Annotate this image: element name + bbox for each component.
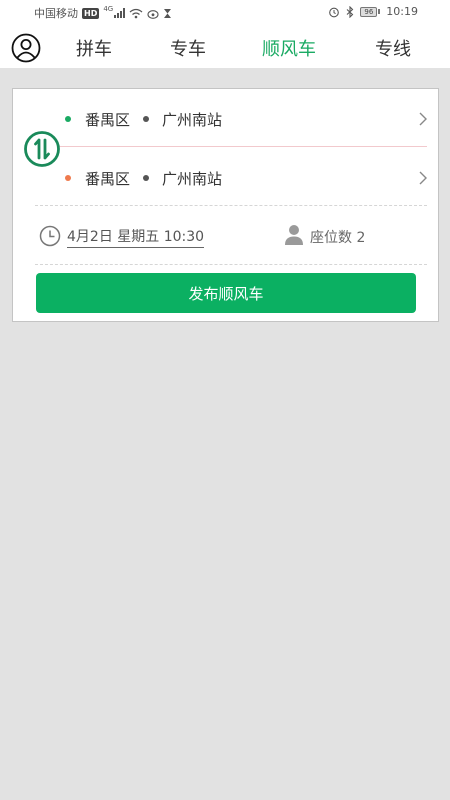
tab-hitch-ride[interactable]: 顺风车 [262, 35, 316, 61]
battery-level: 96 [360, 6, 378, 17]
signal-icon [114, 8, 126, 18]
dashed-divider [35, 264, 427, 265]
end-district: 番禺区 [85, 170, 131, 188]
chevron-right-icon [418, 170, 428, 185]
route-divider [53, 146, 427, 147]
network-type: 4G [103, 5, 114, 13]
start-location-row[interactable]: 番禺区 广州南站 [13, 90, 438, 146]
start-district: 番禺区 [85, 111, 131, 129]
trip-card: 番禺区 广州南站 番禺区 广州南站 4月2日 星期五 10:30 座位数 2 发… [12, 88, 439, 322]
seat-count[interactable]: 座位数 2 [310, 227, 365, 247]
status-time: 10:19 [386, 5, 418, 18]
top-nav: 拼车 专车 顺风车 专线 [0, 26, 450, 68]
battery-icon: 96 [360, 6, 381, 17]
publish-ride-button[interactable]: 发布顺风车 [36, 273, 416, 313]
start-station: 广州南站 [162, 111, 223, 129]
start-dot [65, 116, 71, 122]
user-circle-icon[interactable] [11, 33, 41, 63]
separator-dot [143, 116, 149, 122]
tab-carpool[interactable]: 拼车 [76, 35, 112, 61]
weibo-icon [147, 8, 159, 19]
alarm-icon [328, 6, 340, 18]
status-bar: 中国移动 HD 4G 96 10:19 [0, 0, 450, 26]
tab-private-car[interactable]: 专车 [170, 35, 206, 61]
end-station: 广州南站 [162, 170, 223, 188]
tab-dedicated-line[interactable]: 专线 [375, 35, 411, 61]
status-left: 中国移动 HD 4G [34, 5, 172, 21]
separator-dot [143, 175, 149, 181]
end-location-row[interactable]: 番禺区 广州南站 [13, 149, 438, 205]
trip-info-row: 4月2日 星期五 10:30 座位数 2 [13, 208, 438, 262]
wifi-icon [129, 8, 143, 19]
status-right: 96 10:19 [328, 5, 418, 18]
chevron-right-icon [418, 111, 428, 126]
carrier-name: 中国移动 [34, 7, 78, 20]
hd-badge: HD [82, 7, 100, 19]
clock-icon [39, 225, 61, 247]
end-dot [65, 175, 71, 181]
person-icon [284, 224, 304, 246]
hourglass-icon [163, 8, 172, 19]
dashed-divider [35, 205, 427, 206]
bluetooth-icon [346, 5, 354, 18]
departure-time[interactable]: 4月2日 星期五 10:30 [67, 226, 205, 248]
